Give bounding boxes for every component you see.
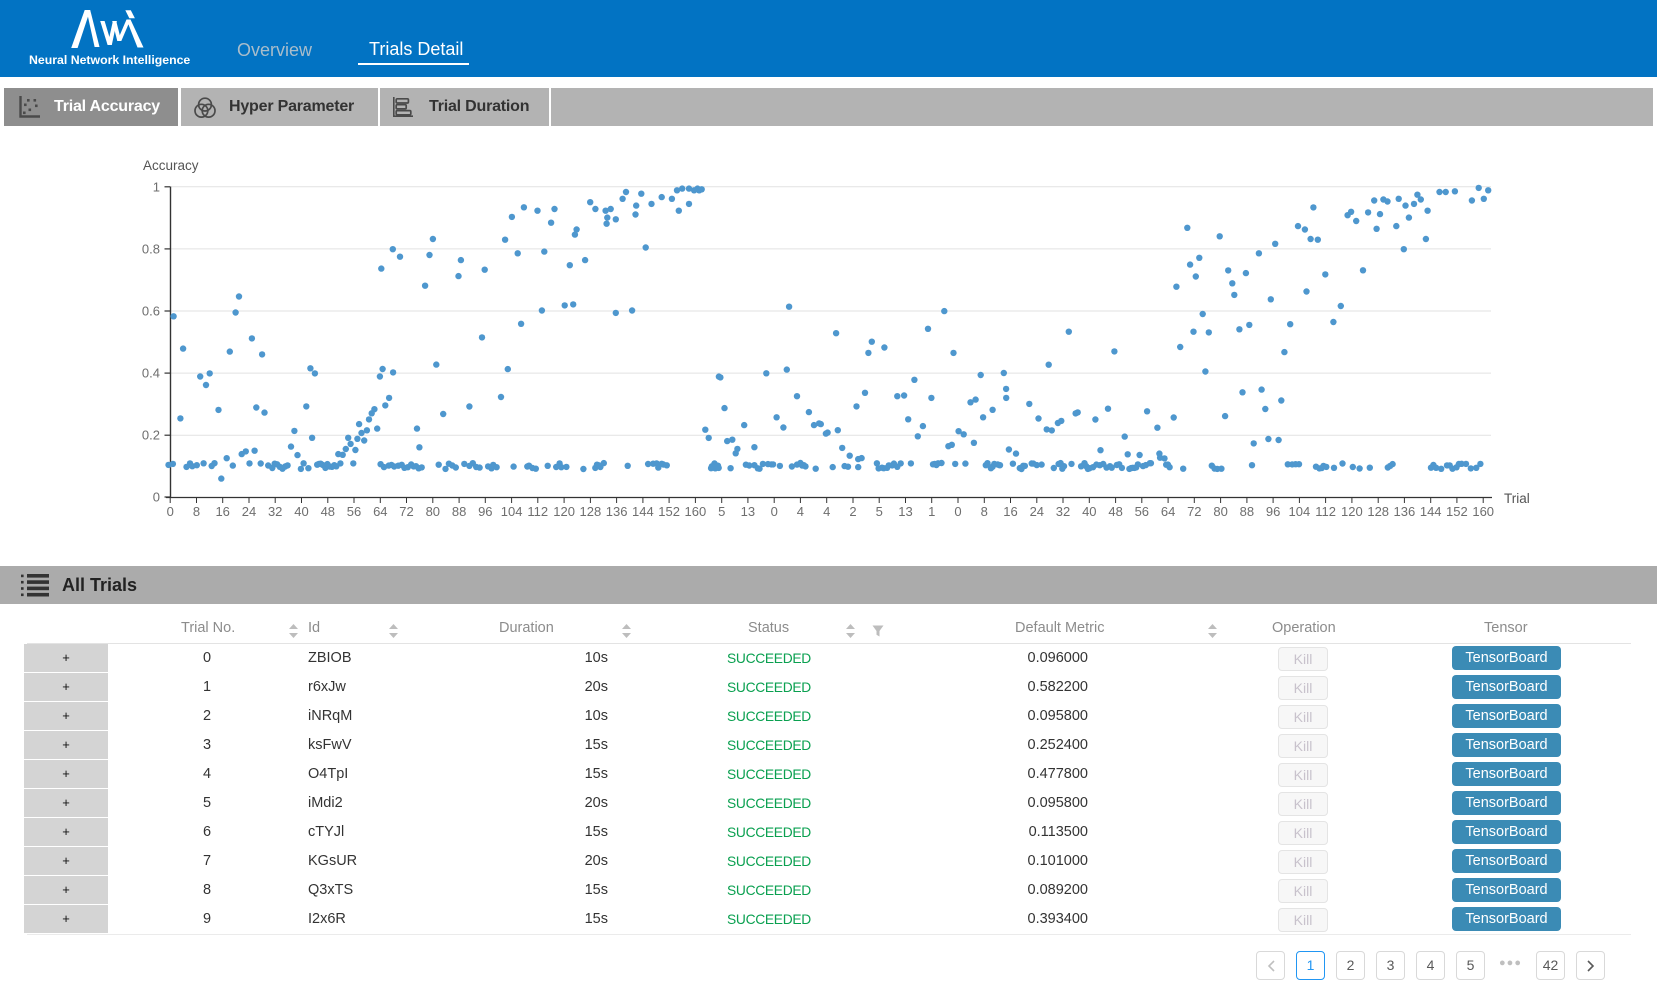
svg-text:72: 72 bbox=[1187, 504, 1201, 519]
svg-text:64: 64 bbox=[373, 504, 387, 519]
svg-text:48: 48 bbox=[321, 504, 335, 519]
svg-text:72: 72 bbox=[399, 504, 413, 519]
svg-text:80: 80 bbox=[426, 504, 440, 519]
svg-text:64: 64 bbox=[1161, 504, 1175, 519]
svg-text:104: 104 bbox=[501, 504, 523, 519]
svg-text:Accuracy: Accuracy bbox=[143, 158, 199, 173]
svg-text:0: 0 bbox=[153, 490, 160, 505]
svg-text:136: 136 bbox=[1394, 504, 1416, 519]
svg-text:8: 8 bbox=[193, 504, 200, 519]
svg-text:24: 24 bbox=[242, 504, 256, 519]
svg-text:136: 136 bbox=[606, 504, 628, 519]
svg-text:0.6: 0.6 bbox=[142, 304, 160, 319]
svg-text:0.2: 0.2 bbox=[142, 428, 160, 443]
svg-text:80: 80 bbox=[1213, 504, 1227, 519]
svg-text:128: 128 bbox=[1367, 504, 1389, 519]
svg-text:120: 120 bbox=[1341, 504, 1363, 519]
svg-text:0.8: 0.8 bbox=[142, 241, 160, 256]
svg-text:32: 32 bbox=[268, 504, 282, 519]
svg-text:5: 5 bbox=[876, 504, 883, 519]
svg-text:4: 4 bbox=[797, 504, 804, 519]
svg-text:Trial: Trial bbox=[1504, 491, 1530, 506]
svg-text:112: 112 bbox=[1315, 504, 1336, 519]
svg-text:104: 104 bbox=[1289, 504, 1311, 519]
svg-text:13: 13 bbox=[741, 504, 755, 519]
svg-text:88: 88 bbox=[1240, 504, 1254, 519]
svg-text:144: 144 bbox=[632, 504, 654, 519]
svg-text:13: 13 bbox=[898, 504, 912, 519]
svg-text:8: 8 bbox=[981, 504, 988, 519]
svg-text:152: 152 bbox=[1446, 504, 1468, 519]
svg-text:88: 88 bbox=[452, 504, 466, 519]
svg-text:128: 128 bbox=[580, 504, 602, 519]
svg-text:48: 48 bbox=[1108, 504, 1122, 519]
svg-text:16: 16 bbox=[1003, 504, 1017, 519]
svg-text:0: 0 bbox=[771, 504, 778, 519]
svg-text:0: 0 bbox=[167, 504, 174, 519]
svg-text:96: 96 bbox=[1266, 504, 1280, 519]
svg-text:144: 144 bbox=[1420, 504, 1442, 519]
svg-text:24: 24 bbox=[1030, 504, 1044, 519]
svg-text:0: 0 bbox=[954, 504, 961, 519]
svg-text:56: 56 bbox=[347, 504, 361, 519]
svg-text:1: 1 bbox=[928, 504, 935, 519]
svg-text:0.4: 0.4 bbox=[142, 366, 160, 381]
svg-text:5: 5 bbox=[718, 504, 725, 519]
svg-text:1: 1 bbox=[153, 179, 160, 194]
svg-text:2: 2 bbox=[849, 504, 856, 519]
svg-text:120: 120 bbox=[553, 504, 575, 519]
svg-text:40: 40 bbox=[294, 504, 308, 519]
svg-text:96: 96 bbox=[478, 504, 492, 519]
svg-text:4: 4 bbox=[823, 504, 830, 519]
svg-text:160: 160 bbox=[1472, 504, 1494, 519]
svg-text:32: 32 bbox=[1056, 504, 1070, 519]
svg-text:40: 40 bbox=[1082, 504, 1096, 519]
svg-text:56: 56 bbox=[1135, 504, 1149, 519]
svg-text:16: 16 bbox=[215, 504, 229, 519]
svg-text:112: 112 bbox=[527, 504, 548, 519]
svg-text:152: 152 bbox=[658, 504, 680, 519]
svg-text:160: 160 bbox=[685, 504, 707, 519]
